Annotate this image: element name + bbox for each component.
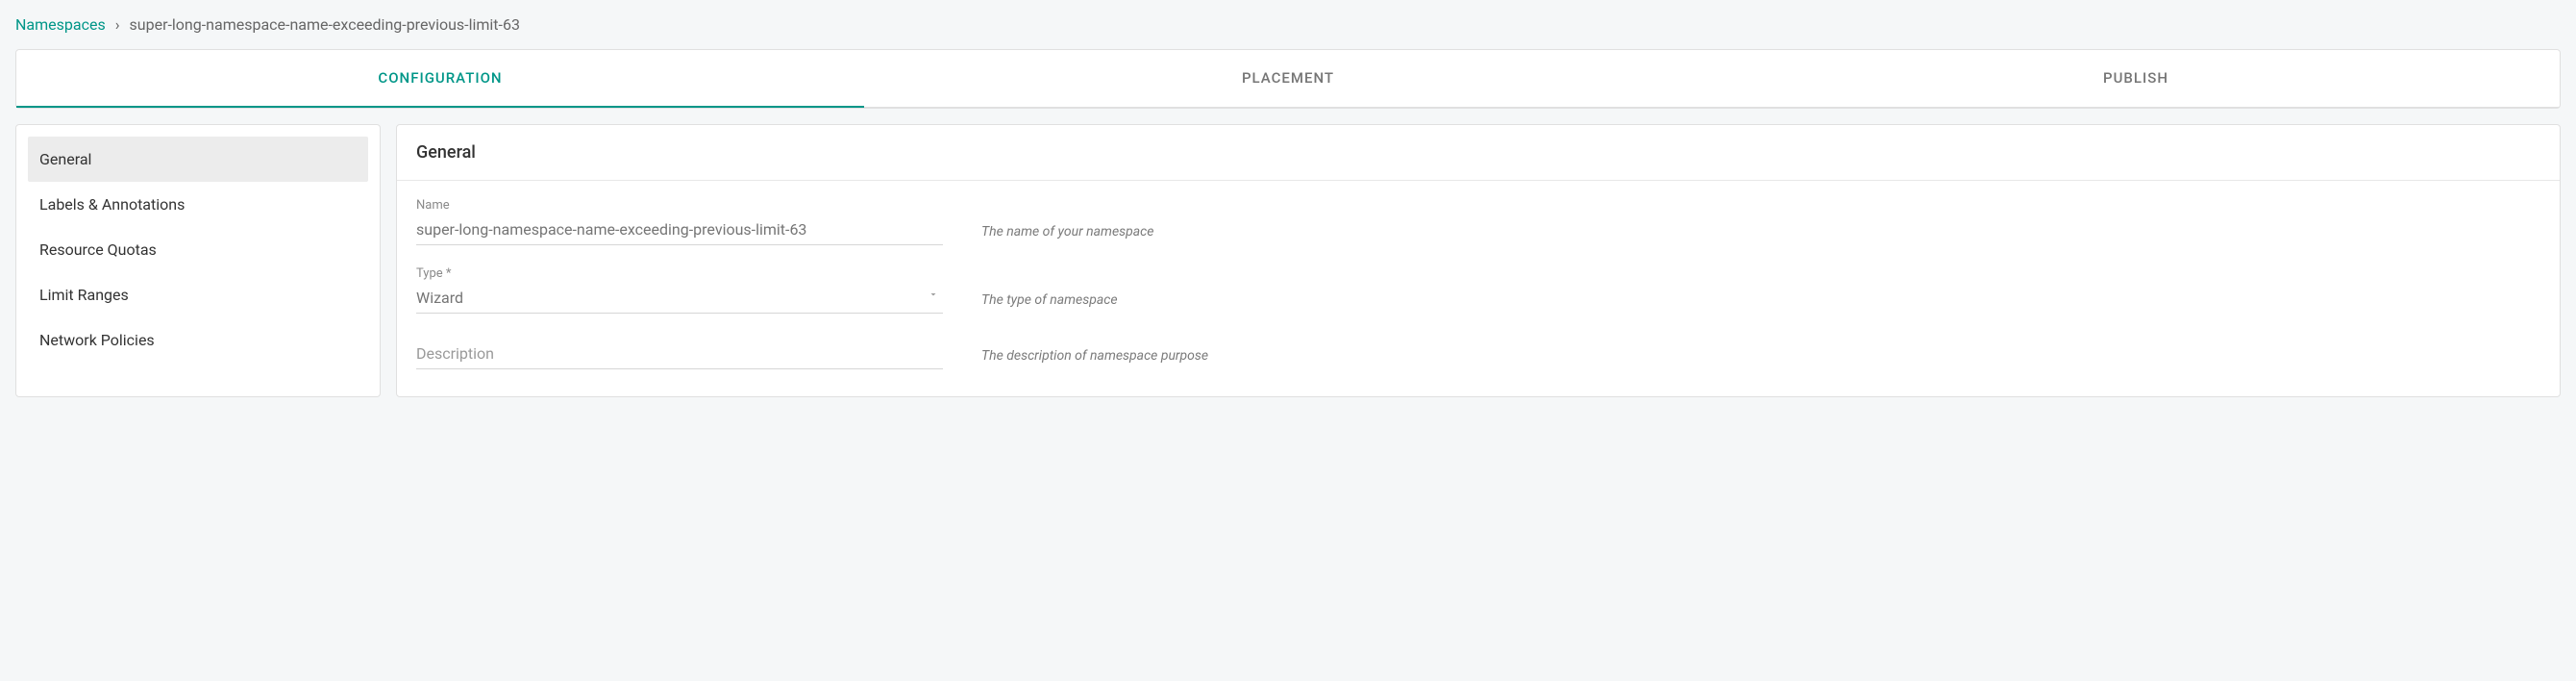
name-hint: The name of your namespace <box>981 224 1153 245</box>
type-hint: The type of namespace <box>981 292 1118 314</box>
description-hint: The description of namespace purpose <box>981 348 1208 369</box>
tab-configuration[interactable]: CONFIGURATION <box>16 50 864 108</box>
form-row-type: Type * Wizard The type of namespace <box>416 266 2540 314</box>
name-label: Name <box>416 198 943 213</box>
type-field-container: Type * Wizard <box>416 266 943 314</box>
description-field-container <box>416 340 943 369</box>
sidebar-item-limit-ranges[interactable]: Limit Ranges <box>28 272 368 317</box>
sidebar-item-general[interactable]: General <box>28 137 368 182</box>
breadcrumb-current: super-long-namespace-name-exceeding-prev… <box>130 15 520 34</box>
name-field-container: Name <box>416 198 943 245</box>
sidebar-item-labels-annotations[interactable]: Labels & Annotations <box>28 182 368 227</box>
form-row-name: Name The name of your namespace <box>416 198 2540 245</box>
tab-publish[interactable]: PUBLISH <box>1712 50 2560 108</box>
type-label: Type * <box>416 266 943 281</box>
breadcrumb-root-link[interactable]: Namespaces <box>15 15 106 34</box>
main-panel: General Name The name of your namespace … <box>396 124 2561 397</box>
content-area: General Labels & Annotations Resource Qu… <box>15 124 2561 397</box>
name-input[interactable] <box>416 216 943 245</box>
sidebar-item-network-policies[interactable]: Network Policies <box>28 317 368 363</box>
breadcrumb-separator: › <box>115 15 120 34</box>
description-input[interactable] <box>416 340 943 369</box>
form-body: Name The name of your namespace Type * W… <box>397 181 2560 396</box>
panel-title: General <box>397 125 2560 181</box>
type-select[interactable]: Wizard <box>416 285 943 314</box>
sidebar-item-resource-quotas[interactable]: Resource Quotas <box>28 227 368 272</box>
breadcrumb: Namespaces › super-long-namespace-name-e… <box>15 15 2561 34</box>
section-sidebar: General Labels & Annotations Resource Qu… <box>15 124 381 397</box>
tab-placement[interactable]: PLACEMENT <box>864 50 1712 108</box>
form-row-description: The description of namespace purpose <box>416 340 2540 369</box>
tabs: CONFIGURATION PLACEMENT PUBLISH <box>15 49 2561 109</box>
